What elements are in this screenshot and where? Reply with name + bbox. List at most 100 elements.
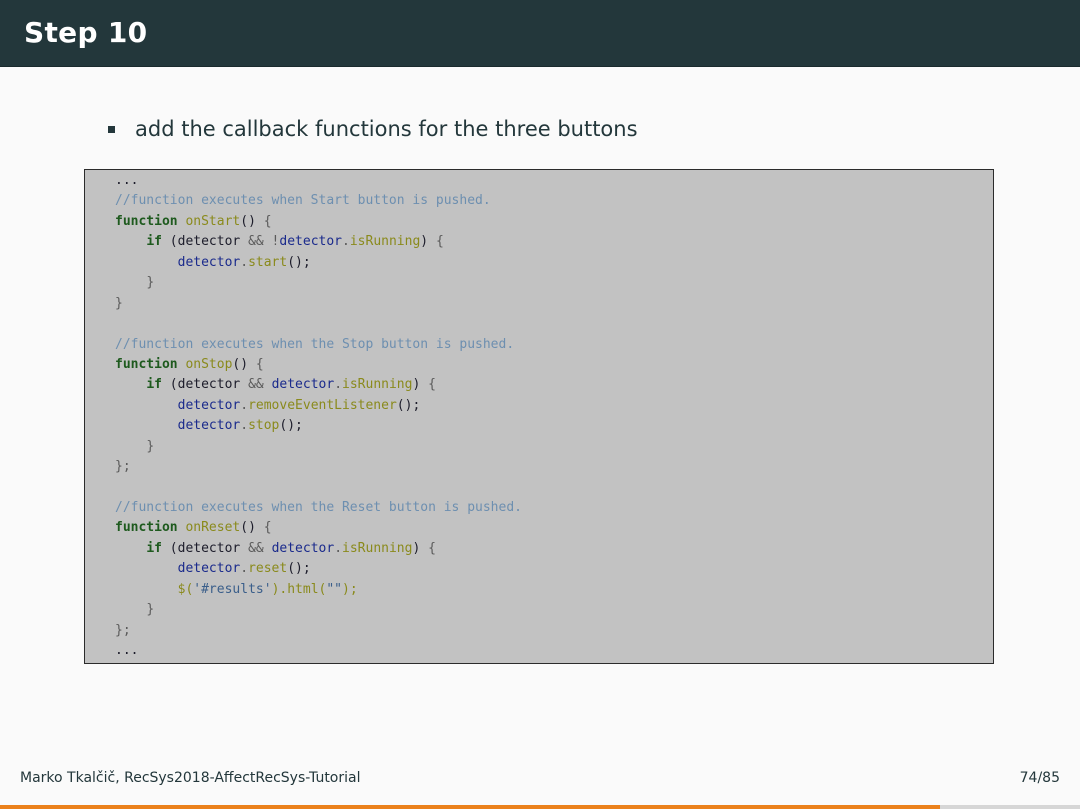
code-line: ... bbox=[115, 641, 522, 661]
code-line: function onStart() { bbox=[115, 212, 522, 232]
code-token: { bbox=[263, 213, 272, 229]
slide-header: Step 10 bbox=[0, 0, 1080, 67]
code-token: { bbox=[428, 377, 436, 393]
page-number: 74/85 bbox=[1019, 770, 1060, 786]
code-line: } bbox=[115, 273, 522, 293]
code-token: { bbox=[428, 540, 436, 556]
code-token: . bbox=[240, 561, 249, 577]
code-block: ... //function executes when Start button… bbox=[84, 169, 994, 664]
code-line: if (detector && detector.isRunning) { bbox=[115, 539, 522, 559]
code-token: { bbox=[263, 520, 272, 536]
code-token: removeEventListener bbox=[248, 397, 397, 413]
code-token: if bbox=[146, 540, 170, 556]
code-token: '#results' bbox=[193, 581, 272, 597]
code-listing: ... //function executes when Start button… bbox=[115, 171, 522, 662]
code-token: (); bbox=[396, 397, 421, 413]
code-token: && bbox=[248, 377, 272, 393]
code-token: detector bbox=[279, 234, 343, 250]
code-token: function bbox=[115, 213, 186, 229]
code-line: $('#results').html(""); bbox=[115, 580, 522, 600]
code-token: . bbox=[240, 418, 249, 434]
code-token: . bbox=[334, 377, 343, 393]
code-token: detector bbox=[271, 377, 335, 393]
code-token: stop bbox=[248, 418, 280, 434]
code-token: detector bbox=[177, 397, 241, 413]
code-token: (); bbox=[279, 418, 303, 434]
code-line: }; bbox=[115, 621, 522, 641]
code-token: onReset bbox=[185, 520, 241, 536]
code-line: detector.reset(); bbox=[115, 559, 522, 579]
code-line: }; bbox=[115, 457, 522, 477]
code-token: }; bbox=[115, 459, 131, 475]
code-token: //function executes when the Stop button… bbox=[115, 336, 515, 352]
code-token: . bbox=[240, 254, 249, 270]
code-token: ) bbox=[412, 540, 429, 556]
code-token: "" bbox=[326, 581, 343, 597]
code-token: //function executes when the Reset butto… bbox=[115, 500, 522, 515]
code-token: if bbox=[146, 234, 170, 250]
code-line: } bbox=[115, 437, 522, 457]
code-token: $( bbox=[177, 581, 194, 597]
slide-title: Step 10 bbox=[24, 16, 148, 49]
code-token: function bbox=[115, 520, 186, 536]
code-token: { bbox=[255, 356, 264, 372]
code-token: if bbox=[146, 377, 170, 393]
code-line: } bbox=[115, 294, 522, 314]
code-token: { bbox=[435, 234, 444, 250]
code-token: (); bbox=[287, 254, 311, 270]
code-token: isRunning bbox=[342, 540, 413, 556]
code-token: reset bbox=[248, 561, 288, 577]
code-line: //function executes when the Reset butto… bbox=[115, 498, 522, 518]
progress-bar-fill bbox=[0, 805, 941, 809]
bullet-item: add the callback functions for the three… bbox=[108, 114, 638, 144]
code-token: ) bbox=[420, 234, 436, 250]
code-line: if (detector && detector.isRunning) { bbox=[115, 375, 522, 395]
code-token: detector bbox=[177, 418, 241, 434]
code-token: detector bbox=[177, 254, 241, 270]
footer-author: Marko Tkalčič, RecSys2018-AffectRecSys-T… bbox=[20, 770, 361, 786]
code-token: isRunning bbox=[349, 234, 421, 250]
bullet-square-icon bbox=[108, 125, 115, 133]
code-token: () bbox=[232, 356, 256, 372]
code-line: //function executes when the Stop button… bbox=[115, 335, 522, 355]
code-token: . bbox=[240, 397, 249, 413]
progress-bar bbox=[0, 805, 1080, 809]
code-token: onStop bbox=[185, 356, 233, 372]
code-line: function onStop() { bbox=[115, 355, 522, 375]
code-token: ... bbox=[115, 173, 139, 188]
code-token: () bbox=[240, 520, 264, 536]
code-token: ... bbox=[115, 643, 139, 659]
code-token: //function executes when Start button is… bbox=[115, 193, 491, 209]
code-line: detector.stop(); bbox=[115, 416, 522, 436]
code-token: (detector bbox=[169, 234, 249, 250]
code-token: } bbox=[115, 295, 123, 311]
code-token: start bbox=[248, 254, 288, 270]
code-line: //function executes when Start button is… bbox=[115, 191, 522, 211]
code-token: } bbox=[146, 602, 155, 618]
code-token: && bbox=[248, 540, 272, 556]
code-line: detector.removeEventListener(); bbox=[115, 396, 522, 416]
code-token: }; bbox=[115, 622, 131, 638]
code-line: function onReset() { bbox=[115, 518, 522, 538]
code-token: detector bbox=[271, 540, 335, 556]
code-token: () bbox=[240, 213, 264, 229]
code-line: detector.start(); bbox=[115, 253, 522, 273]
code-token: (); bbox=[287, 561, 311, 577]
code-token: ) bbox=[412, 377, 429, 393]
bullet-text: add the callback functions for the three… bbox=[135, 117, 638, 141]
code-line: if (detector && !detector.isRunning) { bbox=[115, 232, 522, 252]
code-token: ).html( bbox=[271, 581, 327, 597]
code-token: && ! bbox=[248, 234, 280, 250]
code-token: ); bbox=[342, 581, 358, 597]
